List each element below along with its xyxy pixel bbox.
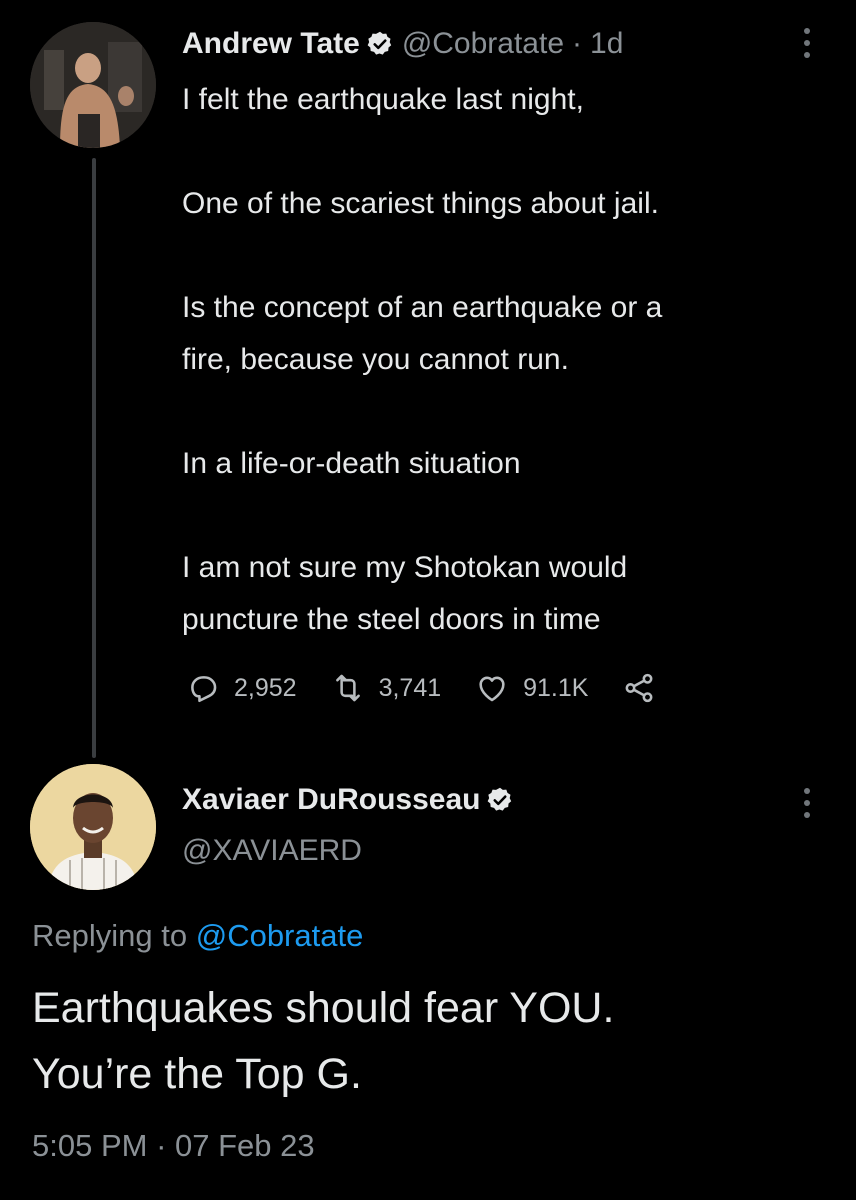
share-button[interactable] <box>622 671 656 705</box>
avatar-xaviaer-durousseau[interactable] <box>30 764 156 890</box>
more-options-icon[interactable] <box>802 788 812 818</box>
reply-count: 2,952 <box>234 673 297 702</box>
tweet-line: fire, because you cannot run. <box>182 343 569 376</box>
thread-connector-line <box>92 158 96 758</box>
like-icon <box>479 676 505 702</box>
more-options-icon[interactable] <box>802 28 812 58</box>
replying-to-label: Replying to <box>32 918 188 953</box>
retweet-count: 3,741 <box>378 673 442 702</box>
reply-tweet-text: Earthquakes should fear YOU. You’re the … <box>32 975 832 1107</box>
tweet-line: In a life-or-death situation <box>182 447 521 480</box>
tweet-line: I am not sure my Shotokan would <box>182 551 628 584</box>
replying-to-mention-link[interactable]: @Cobratate <box>196 918 364 953</box>
tweet-line: One of the scariest things about jail. <box>182 187 659 220</box>
timestamp-time: 5:05 PM <box>32 1128 148 1163</box>
reply-button[interactable]: 2,952 <box>186 671 297 705</box>
retweet-button[interactable]: 3,741 <box>331 671 442 705</box>
tweet-line: Is the concept of an earthquake or a <box>182 291 663 324</box>
retweet-icon <box>335 674 360 702</box>
reply-line: You’re the Top G. <box>32 1050 362 1098</box>
reply-author-handle[interactable]: @XAVIAERD <box>182 834 362 868</box>
reply-icon <box>191 676 217 703</box>
share-icon <box>626 673 653 703</box>
timestamp-separator: · <box>156 1128 167 1163</box>
verified-badge-icon <box>366 30 394 58</box>
original-tweet-text: I felt the earthquake last night, One of… <box>182 74 832 646</box>
reply-line: Earthquakes should fear YOU. <box>32 984 615 1032</box>
like-count: 91.1K <box>523 673 589 702</box>
replying-to-line: Replying to @Cobratate <box>32 918 363 954</box>
avatar-andrew-tate[interactable] <box>30 22 156 148</box>
header-separator: · <box>572 27 583 60</box>
author-name[interactable]: Andrew Tate <box>182 27 360 61</box>
verified-badge-icon <box>486 786 514 814</box>
tweet-action-bar: 2,952 3,741 91.1K <box>186 668 690 708</box>
reply-author-name[interactable]: Xaviaer DuRousseau <box>182 783 480 817</box>
original-tweet-header: Andrew Tate @Cobratate · 1d <box>182 24 623 64</box>
reply-timestamp[interactable]: 5:05 PM · 07 Feb 23 <box>32 1128 315 1164</box>
tweet-line: puncture the steel doors in time <box>182 603 601 636</box>
reply-author-header: Xaviaer DuRousseau <box>182 780 522 820</box>
tweet-line: I felt the earthquake last night, <box>182 83 584 116</box>
author-handle[interactable]: @Cobratate <box>402 27 564 61</box>
like-button[interactable]: 91.1K <box>475 671 588 705</box>
timestamp-date: 07 Feb 23 <box>175 1128 315 1163</box>
tweet-time-ago[interactable]: 1d <box>590 27 623 61</box>
